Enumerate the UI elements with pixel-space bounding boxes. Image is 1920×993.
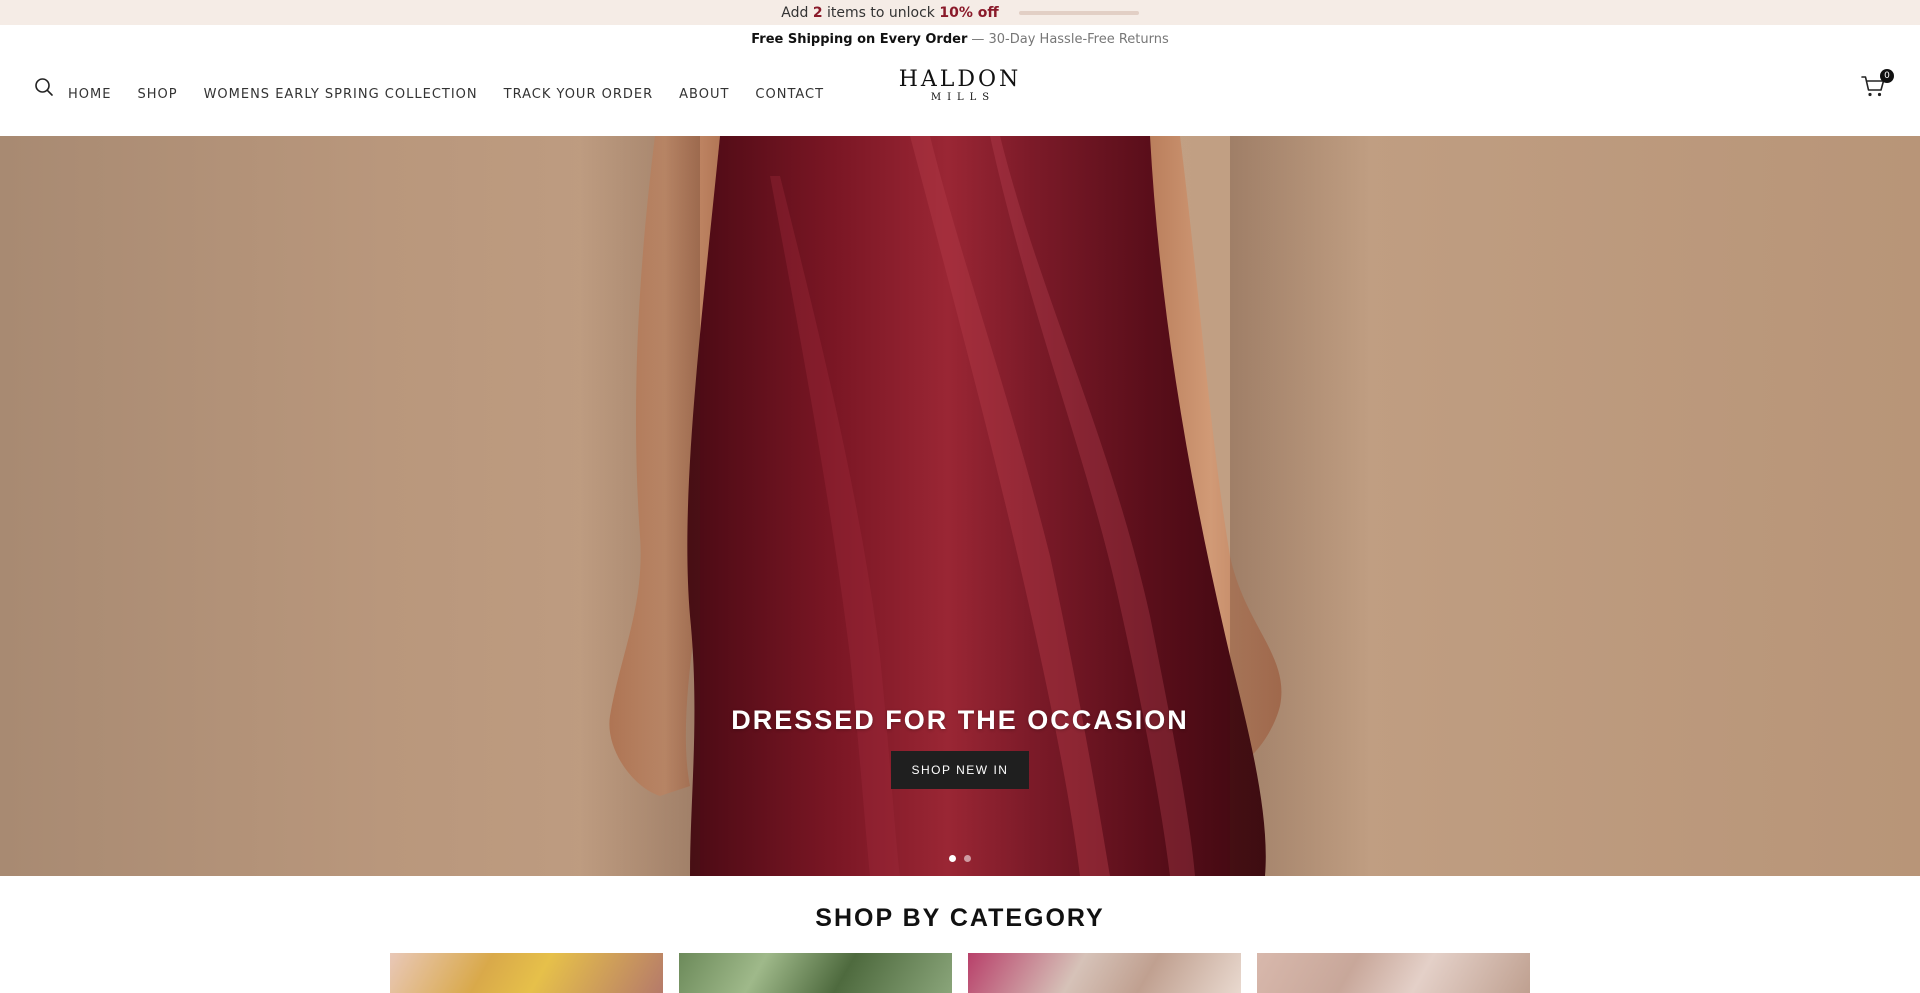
hero-banner[interactable]: DRESSED FOR THE OCCASION SHOP NEW IN — [0, 136, 1920, 876]
carousel-dot-2[interactable] — [964, 855, 971, 862]
promo-prefix: Add — [781, 4, 809, 21]
shipping-strip: Free Shipping on Every Order — 30-Day Ha… — [0, 25, 1920, 53]
category-row — [390, 953, 1530, 993]
nav-item-track-your-order[interactable]: TRACK YOUR ORDER — [504, 87, 654, 102]
nav-item-shop[interactable]: SHOP — [137, 87, 177, 102]
nav-item-womens-early-spring-collection[interactable]: WOMENS EARLY SPRING COLLECTION — [204, 87, 478, 102]
promo-text: Add 2 items to unlock 10% off — [781, 5, 998, 21]
nav-item-about[interactable]: ABOUT — [679, 87, 729, 102]
category-card[interactable] — [968, 953, 1241, 993]
cart-count-badge: 0 — [1880, 69, 1894, 83]
site-header: HOME SHOP WOMENS EARLY SPRING COLLECTION… — [0, 53, 1920, 136]
logo-main-text: HALDON — [898, 67, 1022, 92]
carousel-dot-1[interactable] — [949, 855, 956, 862]
promo-count: 2 — [812, 4, 823, 21]
category-section-title: SHOP BY CATEGORY — [815, 904, 1105, 932]
hero-shadow-right — [1230, 136, 1370, 876]
category-card[interactable] — [679, 953, 952, 993]
category-card[interactable] — [390, 953, 663, 993]
hero-heading: DRESSED FOR THE OCCASION — [731, 705, 1189, 735]
promo-progress-bar — [1018, 10, 1139, 15]
hero-shadow-left — [580, 136, 700, 876]
nav-item-contact[interactable]: CONTACT — [755, 87, 824, 102]
shop-new-in-button[interactable]: SHOP NEW IN — [891, 751, 1029, 789]
search-icon[interactable] — [33, 76, 55, 98]
category-card[interactable] — [1257, 953, 1530, 993]
promo-bar: Add 2 items to unlock 10% off — [0, 0, 1920, 25]
nav-item-home[interactable]: HOME — [68, 87, 111, 102]
main-nav: HOME SHOP WOMENS EARLY SPRING COLLECTION… — [68, 53, 824, 136]
site-logo[interactable]: HALDON MILLS — [880, 67, 1040, 104]
cart-button[interactable]: 0 — [1860, 69, 1894, 103]
logo-sub-text: MILLS — [930, 92, 996, 104]
promo-middle: items to unlock — [827, 4, 935, 21]
cart-icon — [1860, 76, 1886, 103]
promo-discount: 10% off — [939, 4, 999, 21]
shipping-bold-text: Free Shipping on Every Order — [751, 31, 968, 47]
hero-carousel-dots — [0, 855, 1920, 862]
shipping-returns-text: — 30-Day Hassle-Free Returns — [971, 31, 1169, 47]
